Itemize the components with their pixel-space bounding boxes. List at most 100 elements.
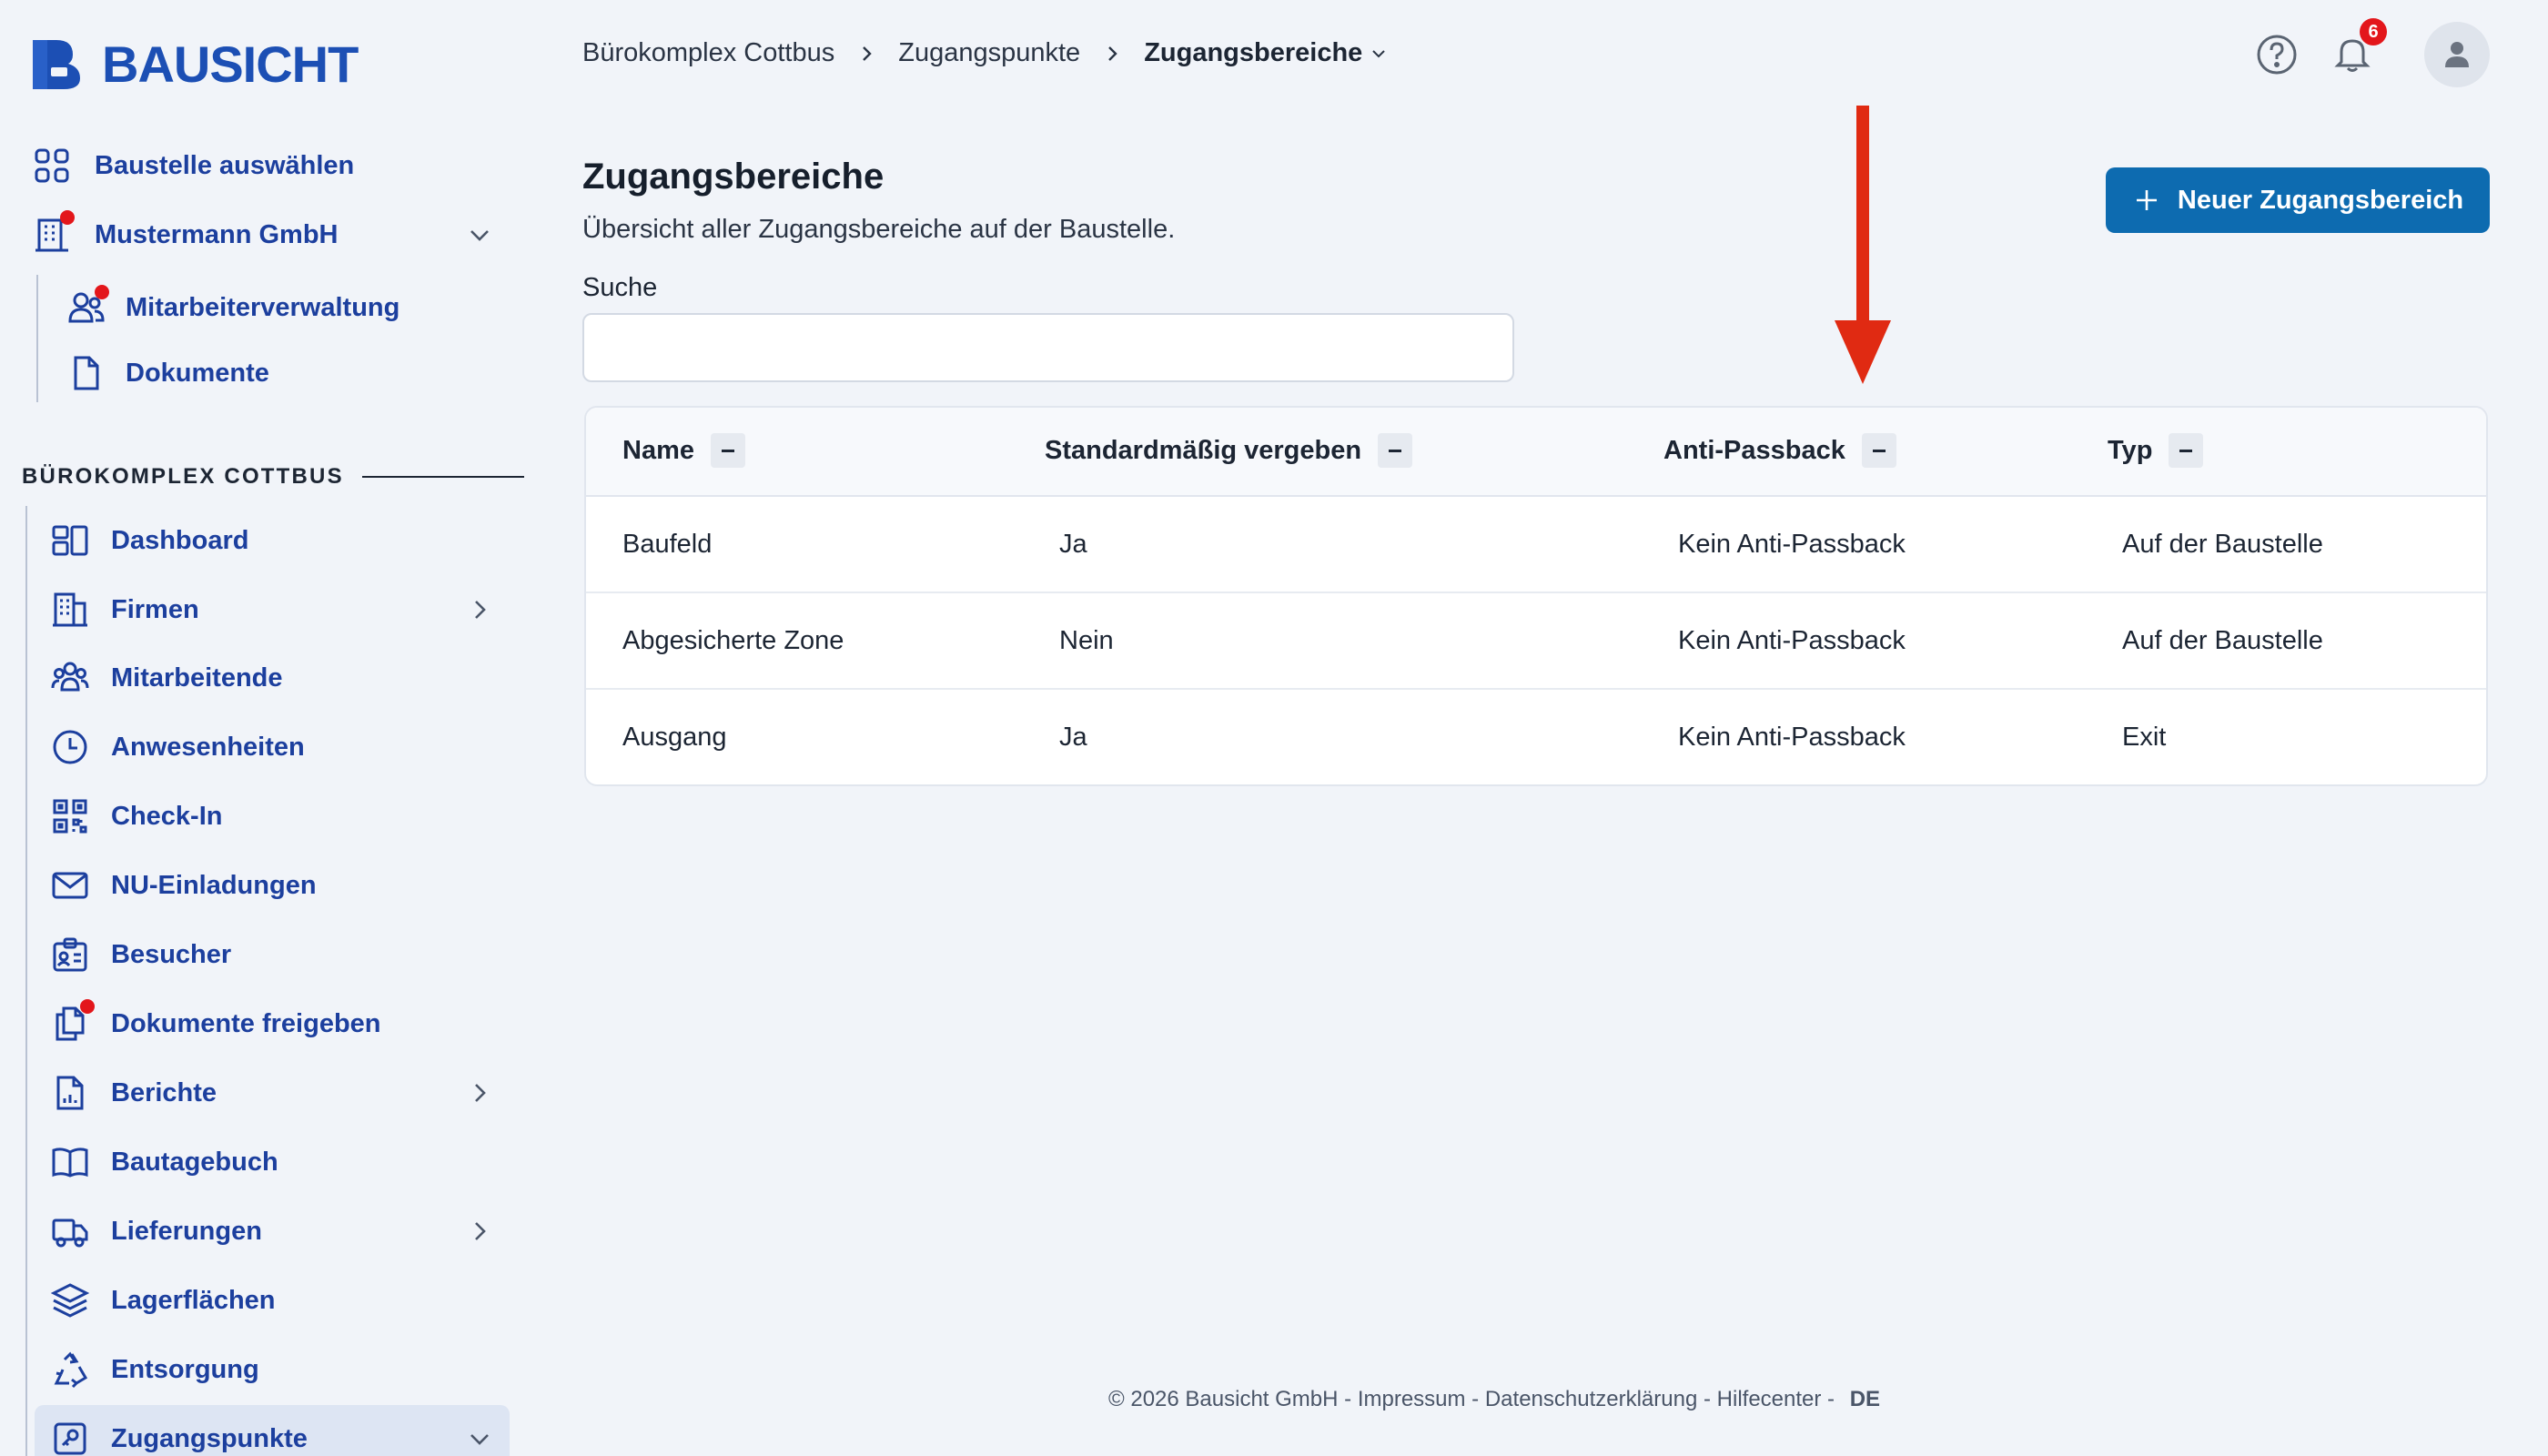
sidebar-item-label: Dokumente freigeben bbox=[111, 1008, 381, 1038]
column-header-name[interactable]: Name bbox=[622, 433, 745, 468]
company-label: Mustermann GmbH bbox=[95, 219, 339, 249]
chevron-right-icon[interactable] bbox=[466, 1218, 493, 1245]
cell-type: Exit bbox=[2122, 723, 2167, 752]
sidebar-item-check-in[interactable]: Check-In bbox=[51, 797, 222, 835]
cell-default: Nein bbox=[1059, 626, 1114, 655]
footer-separator: - bbox=[1344, 1387, 1358, 1411]
sidebar-item-bautagebuch[interactable]: Bautagebuch bbox=[51, 1143, 278, 1181]
sidebar-item-besucher[interactable]: Besucher bbox=[51, 935, 231, 974]
page-title: Zugangsbereiche bbox=[582, 157, 885, 197]
sidebar-item-mitarbeiterverwaltung[interactable]: Mitarbeiterverwaltung bbox=[67, 285, 400, 327]
sidebar-item-label: Lieferungen bbox=[111, 1216, 262, 1246]
table-row[interactable]: Abgesicherte Zone Nein Kein Anti-Passbac… bbox=[586, 593, 2486, 690]
table-row[interactable]: Ausgang Ja Kein Anti-Passback Exit bbox=[586, 690, 2486, 784]
envelope-icon bbox=[51, 866, 89, 905]
column-label: Name bbox=[622, 435, 694, 465]
table-header: Name Standardmäßig vergeben Anti-Passbac… bbox=[586, 408, 2486, 497]
table-row[interactable]: Baufeld Ja Kein Anti-Passback Auf der Ba… bbox=[586, 497, 2486, 593]
plus-icon bbox=[2136, 190, 2157, 210]
chevron-right-icon bbox=[1108, 46, 1117, 61]
search-input[interactable] bbox=[582, 313, 1514, 382]
dashboard-icon bbox=[51, 521, 89, 560]
footer-link-hilfecenter[interactable]: Hilfecenter bbox=[1717, 1387, 1822, 1411]
new-access-area-button[interactable]: Neuer Zugangsbereich bbox=[2106, 167, 2490, 233]
sidebar-item-label: Mitarbeitende bbox=[111, 662, 283, 693]
cell-anti-passback: Kein Anti-Passback bbox=[1678, 626, 1906, 655]
sidebar-item-lieferungen[interactable]: Lieferungen bbox=[51, 1212, 262, 1250]
cell-name: Abgesicherte Zone bbox=[622, 626, 844, 655]
sidebar-item-anwesenheiten[interactable]: Anwesenheiten bbox=[51, 728, 305, 766]
notification-dot bbox=[95, 285, 109, 299]
cell-default: Ja bbox=[1059, 723, 1087, 752]
sidebar-item-label: Entsorgung bbox=[111, 1354, 259, 1384]
sort-toggle-icon[interactable] bbox=[1378, 433, 1413, 468]
breadcrumb-item-current[interactable]: Zugangsbereiche bbox=[1144, 38, 1362, 68]
sidebar-item-label: Berichte bbox=[111, 1077, 217, 1107]
cell-type: Auf der Baustelle bbox=[2122, 530, 2323, 559]
breadcrumb-item-site[interactable]: Bürokomplex Cottbus bbox=[582, 38, 834, 68]
select-site-label: Baustelle auswählen bbox=[95, 150, 355, 180]
app-logo[interactable]: BAUSICHT bbox=[29, 35, 359, 93]
sidebar-item-mitarbeitende[interactable]: Mitarbeitende bbox=[51, 659, 283, 697]
sort-toggle-icon[interactable] bbox=[2169, 433, 2204, 468]
recycle-icon bbox=[51, 1350, 89, 1389]
sidebar-item-nu-einladungen[interactable]: NU-Einladungen bbox=[51, 866, 317, 905]
tree-line bbox=[25, 506, 27, 1456]
sidebar-item-label: Lagerflächen bbox=[111, 1285, 276, 1315]
column-label: Anti-Passback bbox=[1663, 435, 1845, 465]
grid-icon bbox=[33, 147, 71, 185]
sort-toggle-icon[interactable] bbox=[711, 433, 745, 468]
company-menu[interactable]: Mustermann GmbH bbox=[33, 210, 339, 254]
chevron-right-icon[interactable] bbox=[466, 1079, 493, 1107]
column-header-anti-passback[interactable]: Anti-Passback bbox=[1663, 433, 1896, 468]
app-name: BAUSICHT bbox=[102, 35, 359, 93]
sidebar-item-berichte[interactable]: Berichte bbox=[51, 1074, 217, 1112]
new-access-area-label: Neuer Zugangsbereich bbox=[2177, 185, 2464, 215]
sidebar-item-lagerflaechen[interactable]: Lagerflächen bbox=[50, 1281, 276, 1320]
sidebar-item-label: Firmen bbox=[111, 594, 199, 624]
sort-toggle-icon[interactable] bbox=[1861, 433, 1896, 468]
sidebar-item-label: Bautagebuch bbox=[111, 1147, 278, 1177]
clock-icon bbox=[51, 728, 89, 766]
layers-icon bbox=[50, 1281, 90, 1320]
chevron-down-icon[interactable] bbox=[466, 221, 493, 248]
sidebar-item-label: Dokumente bbox=[126, 358, 269, 388]
notification-count-badge: 6 bbox=[2360, 18, 2387, 46]
sidebar-item-entsorgung[interactable]: Entsorgung bbox=[51, 1350, 259, 1389]
sidebar-item-label: Check-In bbox=[111, 801, 223, 831]
site-section-label: BÜROKOMPLEX COTTBUS bbox=[22, 464, 344, 489]
cell-anti-passback: Kein Anti-Passback bbox=[1678, 530, 1906, 559]
chevron-right-icon bbox=[863, 46, 872, 61]
column-header-default[interactable]: Standardmäßig vergeben bbox=[1045, 433, 1413, 468]
notification-dot bbox=[60, 210, 75, 225]
sidebar-item-firmen[interactable]: Firmen bbox=[51, 591, 199, 629]
sidebar-item-label: Besucher bbox=[111, 939, 232, 969]
sidebar-item-dashboard[interactable]: Dashboard bbox=[51, 521, 248, 560]
language-switcher[interactable]: DE bbox=[1850, 1387, 1880, 1411]
footer-link-datenschutz[interactable]: Datenschutzerklärung bbox=[1485, 1387, 1697, 1411]
breadcrumb-item-zugangspunkte[interactable]: Zugangspunkte bbox=[898, 38, 1080, 68]
chevron-down-icon[interactable] bbox=[466, 1425, 493, 1452]
footer-separator: - bbox=[1471, 1387, 1485, 1411]
report-icon bbox=[51, 1074, 89, 1112]
documents-icon bbox=[51, 999, 95, 1043]
sidebar-item-label: Mitarbeiterverwaltung bbox=[126, 292, 400, 322]
sidebar-item-label: Zugangspunkte bbox=[111, 1423, 308, 1453]
column-header-type[interactable]: Typ bbox=[2108, 433, 2204, 468]
avatar[interactable] bbox=[2424, 22, 2490, 87]
chevron-down-icon[interactable] bbox=[1370, 45, 1388, 63]
footer-link-impressum[interactable]: Impressum bbox=[1358, 1387, 1466, 1411]
help-icon[interactable] bbox=[2255, 33, 2299, 76]
cell-name: Baufeld bbox=[622, 530, 713, 559]
truck-icon bbox=[51, 1212, 89, 1250]
bausicht-logo-icon bbox=[33, 40, 80, 89]
select-site-link[interactable]: Baustelle auswählen bbox=[33, 147, 354, 185]
sidebar-item-dokumente-freigeben[interactable]: Dokumente freigeben bbox=[51, 999, 381, 1043]
access-areas-table: Name Standardmäßig vergeben Anti-Passbac… bbox=[584, 406, 2488, 786]
document-icon bbox=[67, 354, 106, 392]
qr-code-icon bbox=[51, 797, 89, 835]
sidebar-item-zugangspunkte[interactable]: Zugangspunkte bbox=[51, 1420, 308, 1456]
chevron-right-icon[interactable] bbox=[466, 596, 493, 623]
sidebar-item-dokumente[interactable]: Dokumente bbox=[67, 354, 269, 392]
column-label: Typ bbox=[2108, 435, 2153, 465]
